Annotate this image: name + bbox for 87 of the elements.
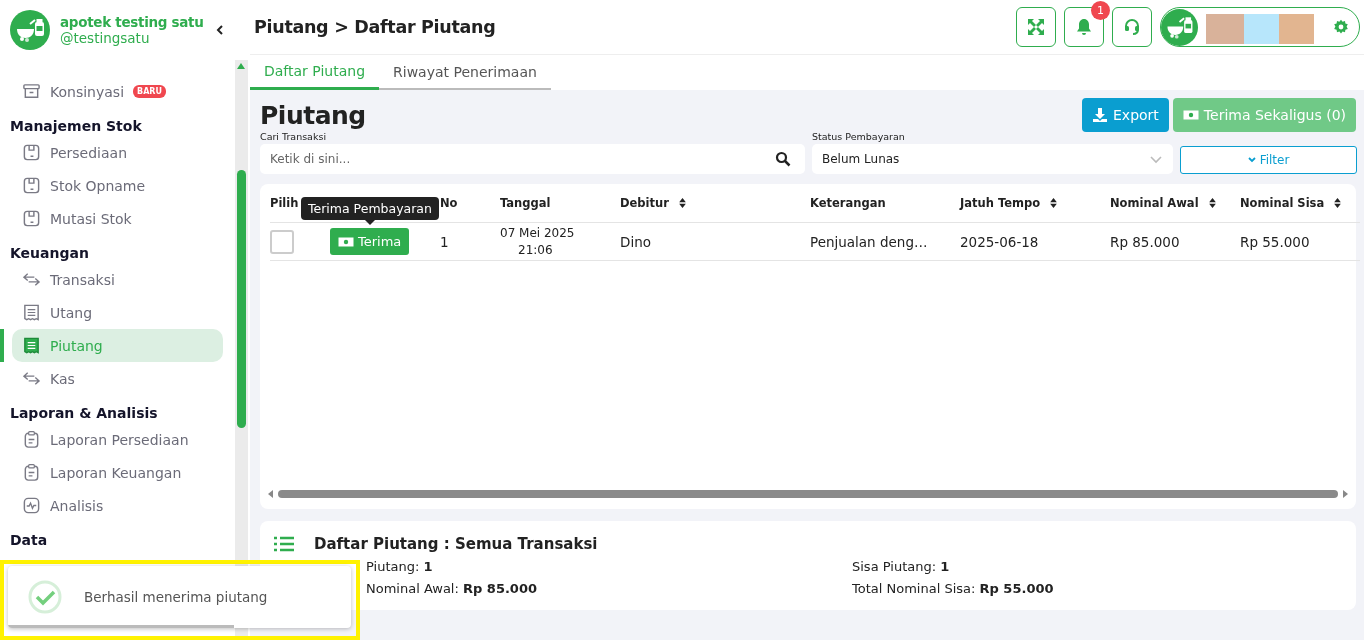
column-header: Jatuh Tempo [960, 196, 1041, 210]
profile-logo [1161, 8, 1198, 46]
sidebar-section-title: Data [9, 531, 49, 550]
cash-icon [338, 236, 354, 247]
filter-button[interactable]: Filter [1180, 146, 1357, 174]
headset-icon [1122, 17, 1142, 37]
summary-stat: Sisa Piutang: 1 [852, 559, 951, 574]
scroll-right-icon[interactable] [1342, 490, 1348, 498]
sidebar-item[interactable]: Laporan Keuangan [12, 456, 223, 489]
summary-stat: Total Nominal Sisa: Rp 55.000 [852, 581, 1055, 596]
sort-icon[interactable] [1050, 198, 1058, 208]
download-icon [1092, 107, 1108, 123]
sidebar-section-title: Keuangan [9, 244, 90, 263]
support-button[interactable] [1112, 7, 1152, 47]
date-cell: 07 Mei 2025 [500, 224, 575, 242]
column-header: Pilih [270, 196, 299, 210]
receipt-icon [22, 303, 41, 322]
sidebar-item[interactable]: Mutasi Stok [12, 202, 223, 235]
expand-icon [1026, 17, 1046, 37]
package-icon [22, 209, 41, 228]
archive-icon [22, 82, 41, 101]
new-badge: BARU [133, 85, 166, 98]
horizontal-scrollbar[interactable] [268, 487, 1348, 501]
pharmacy-logo [10, 9, 50, 50]
table-cell: Rp 85.000 [1110, 233, 1180, 250]
table-cell: 1 [440, 233, 449, 250]
notification-button[interactable] [1064, 7, 1104, 47]
summary-stat: Piutang: 1 [366, 559, 434, 574]
brand-name: apotek testing satu [60, 13, 204, 30]
row-checkbox[interactable] [270, 229, 294, 254]
summary-stat: Nominal Awal: Rp 85.000 [366, 581, 538, 596]
sidebar-item[interactable]: Konsinyasi BARU [12, 75, 223, 108]
active-indicator [0, 329, 4, 362]
sidebar-section-title: Laporan & Analisis [9, 404, 159, 423]
status-label: Status Pembayaran [812, 131, 906, 142]
scroll-left-icon[interactable] [268, 490, 274, 498]
breadcrumb: Piutang > Daftar Piutang [254, 17, 496, 37]
table-cell: Dino [620, 233, 651, 250]
column-header: Tanggal [500, 196, 551, 210]
sort-icon[interactable] [678, 198, 686, 208]
table-cell: Penjualan deng… [810, 233, 928, 250]
search-label: Cari Transaksi [260, 131, 328, 142]
export-button[interactable]: Export [1082, 98, 1169, 132]
sidebar-item[interactable]: Utang [12, 296, 223, 329]
package-icon [22, 176, 41, 195]
sidebar-section-title: Manajemen Stok [9, 117, 143, 136]
chevron-down-icon [1149, 154, 1163, 164]
collapse-icon[interactable] [215, 23, 225, 36]
table-cell: 2025-06-18 [960, 233, 1039, 250]
status-dropdown[interactable]: Belum Lunas [812, 144, 1173, 174]
tooltip: Terima Pembayaran [301, 197, 439, 220]
list-icon [274, 536, 294, 552]
brand-handle: @testingsatu [60, 29, 150, 46]
column-header: Debitur [620, 196, 669, 210]
receive-button[interactable]: Terima [330, 228, 410, 255]
summary-title: Daftar Piutang : Semua Transaksi [314, 535, 598, 553]
column-header: Nominal Awal [1110, 196, 1199, 210]
clipboard-icon [22, 463, 41, 482]
search-field[interactable]: Ketik di sini... [260, 144, 805, 174]
sidebar-item[interactable]: Persediaan [12, 136, 223, 169]
sidebar-item[interactable]: Laporan Persediaan [12, 423, 223, 456]
bell-icon [1074, 17, 1094, 37]
sidebar-item[interactable]: Transaksi [12, 263, 223, 296]
tooltip-arrow-icon [365, 220, 375, 225]
sidebar-item[interactable]: Kas [12, 362, 223, 395]
fullscreen-button[interactable] [1016, 7, 1056, 47]
page-title: Piutang [260, 101, 366, 130]
sidebar-item[interactable]: Analisis [12, 489, 223, 522]
package-icon [22, 143, 41, 162]
receipt-icon [22, 336, 41, 355]
time-cell: 21:06 [518, 241, 553, 259]
table-cell: Rp 55.000 [1240, 233, 1310, 250]
search-icon[interactable] [775, 151, 791, 167]
notification-count: 1 [1091, 1, 1110, 20]
clipboard-icon [22, 430, 41, 449]
chart-pulse-icon [22, 496, 41, 515]
column-header: Nominal Sisa [1240, 196, 1325, 210]
settings-icon[interactable] [1333, 19, 1349, 35]
sort-icon[interactable] [1208, 198, 1216, 208]
toast-message: Berhasil menerima piutang [84, 589, 268, 605]
scroll-up-icon[interactable] [236, 62, 246, 70]
chevron-down-icon [1247, 157, 1256, 163]
checkmark-icon [28, 580, 62, 614]
sort-icon[interactable] [1334, 198, 1342, 208]
sidebar-item[interactable]: Stok Opname [12, 169, 223, 202]
column-header: Keterangan [810, 196, 886, 210]
column-header: No [440, 196, 458, 210]
